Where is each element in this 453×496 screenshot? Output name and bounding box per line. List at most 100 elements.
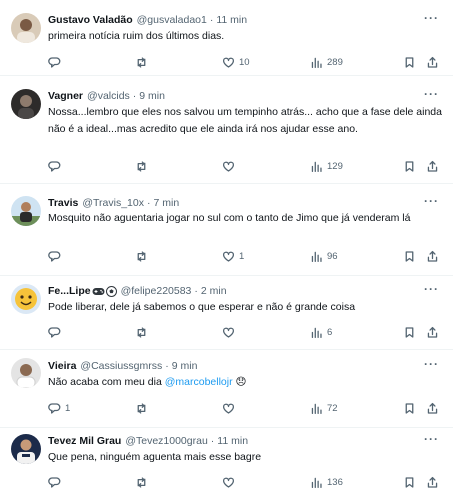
share-button[interactable] <box>426 324 439 340</box>
author-name[interactable]: Tevez Mil Grau <box>48 435 121 447</box>
reply-icon <box>48 326 61 338</box>
like-button[interactable] <box>222 324 239 340</box>
author-handle[interactable]: @valcids <box>87 90 130 102</box>
more-icon[interactable]: ··· <box>424 87 439 101</box>
bookmark-icon <box>405 326 414 338</box>
author-handle[interactable]: @Travis_10x <box>82 197 144 209</box>
tweet-actions: 1 96 <box>48 248 443 264</box>
reply-button[interactable] <box>48 474 65 490</box>
timestamp[interactable]: 11 min <box>217 435 248 447</box>
retweet-icon <box>137 402 146 414</box>
tweet-actions: 10 289 <box>48 54 443 70</box>
views-button[interactable]: 289 <box>310 54 343 70</box>
reply-button[interactable] <box>48 324 65 340</box>
author-name[interactable]: Vieira <box>48 360 76 372</box>
timestamp[interactable]: 2 min <box>201 285 227 297</box>
reply-icon <box>48 160 61 172</box>
author-name[interactable]: Vagner <box>48 90 83 102</box>
like-button[interactable] <box>222 400 239 416</box>
reply-icon <box>48 56 61 68</box>
retweet-button[interactable] <box>135 158 152 174</box>
reply-button[interactable]: 1 <box>48 400 70 416</box>
views-button[interactable]: 72 <box>310 400 338 416</box>
retweet-button[interactable] <box>135 54 152 70</box>
mention-link[interactable]: @marcobellojr <box>165 376 233 388</box>
retweet-button[interactable] <box>135 324 152 340</box>
like-button[interactable]: 10 <box>222 54 250 70</box>
more-icon[interactable]: ··· <box>424 11 439 25</box>
tweet-6[interactable]: Tevez Mil Grau @Tevez1000grau · 11 min ·… <box>0 428 453 496</box>
separator-dot: · <box>165 360 169 372</box>
reply-feed: Gustavo Valadão @gusvaladao1 · 11 min ··… <box>0 0 453 496</box>
bookmark-button[interactable] <box>403 400 416 416</box>
author-name[interactable]: Gustavo Valadão <box>48 14 133 26</box>
author-name[interactable]: Fe...Lipe <box>48 285 91 297</box>
views-button[interactable]: 6 <box>310 324 332 340</box>
tweet-header: Vieira @Cassiussgmrss · 9 min <box>48 357 197 375</box>
share-button[interactable] <box>426 54 439 70</box>
bookmark-button[interactable] <box>403 248 416 264</box>
tweet-4[interactable]: Fe...Lipe @felipe220583 · 2 min ··· Pode… <box>0 276 453 350</box>
like-button[interactable] <box>222 158 239 174</box>
bookmark-button[interactable] <box>403 158 416 174</box>
avatar[interactable] <box>11 284 41 314</box>
more-icon[interactable]: ··· <box>424 432 439 446</box>
avatar[interactable] <box>11 89 41 119</box>
separator-dot: · <box>209 14 214 26</box>
tweet-text: Que pena, ninguém aguenta mais esse bagr… <box>48 451 262 463</box>
like-icon <box>222 403 235 414</box>
retweet-button[interactable] <box>135 248 152 264</box>
reply-icon <box>48 476 61 488</box>
tweet-2[interactable]: Vagner @valcids · 9 min ··· Nossa...lemb… <box>0 76 453 184</box>
timestamp[interactable]: 9 min <box>139 90 165 102</box>
author-handle[interactable]: @Cassiussgmrss <box>80 360 162 372</box>
share-button[interactable] <box>426 400 439 416</box>
timestamp[interactable]: 9 min <box>172 360 198 372</box>
author-handle[interactable]: @felipe220583 <box>121 285 192 297</box>
reply-count: 1 <box>65 402 71 414</box>
tweet-5[interactable]: Vieira @Cassiussgmrss · 9 min ··· Não ac… <box>0 350 453 428</box>
soccer-ball-icon <box>105 285 117 297</box>
share-button[interactable] <box>426 248 439 264</box>
views-icon <box>311 57 322 68</box>
bookmark-icon <box>405 56 414 68</box>
share-button[interactable] <box>426 158 439 174</box>
reply-button[interactable] <box>48 158 65 174</box>
avatar[interactable] <box>11 13 41 43</box>
more-icon[interactable]: ··· <box>424 357 439 371</box>
reply-button[interactable] <box>48 248 65 264</box>
share-button[interactable] <box>426 474 439 490</box>
reply-button[interactable] <box>48 54 65 70</box>
like-icon <box>222 251 235 262</box>
reply-icon <box>48 402 61 414</box>
retweet-icon <box>137 160 146 172</box>
author-name[interactable]: Travis <box>48 197 78 209</box>
more-icon[interactable]: ··· <box>424 282 439 296</box>
tweet-text-prefix: Não acaba com meu dia <box>48 376 165 388</box>
views-button[interactable]: 96 <box>310 248 338 264</box>
like-button[interactable]: 1 <box>222 248 244 264</box>
bookmark-button[interactable] <box>403 54 416 70</box>
timestamp[interactable]: 11 min <box>216 14 247 26</box>
retweet-button[interactable] <box>135 400 152 416</box>
author-handle[interactable]: @Tevez1000grau <box>125 435 207 447</box>
timestamp[interactable]: 7 min <box>153 197 179 209</box>
bookmark-button[interactable] <box>403 324 416 340</box>
retweet-icon <box>137 476 146 488</box>
author-handle[interactable]: @gusvaladao1 <box>137 14 207 26</box>
retweet-button[interactable] <box>135 474 152 490</box>
tweet-text: Mosquito não aguentaria jogar no sul com… <box>48 212 411 224</box>
like-button[interactable] <box>222 474 239 490</box>
avatar[interactable] <box>11 196 41 226</box>
views-button[interactable]: 129 <box>310 158 343 174</box>
bookmark-button[interactable] <box>403 474 416 490</box>
views-button[interactable]: 136 <box>310 474 343 490</box>
tweet-1[interactable]: Gustavo Valadão @gusvaladao1 · 11 min ··… <box>0 0 453 76</box>
separator-dot: · <box>194 285 198 297</box>
share-icon <box>427 56 438 68</box>
avatar[interactable] <box>11 358 41 388</box>
avatar[interactable] <box>11 434 41 464</box>
tweet-actions: 1 72 <box>48 400 443 416</box>
tweet-3[interactable]: Travis @Travis_10x · 7 min ··· Mosquito … <box>0 184 453 276</box>
more-icon[interactable]: ··· <box>424 194 439 208</box>
